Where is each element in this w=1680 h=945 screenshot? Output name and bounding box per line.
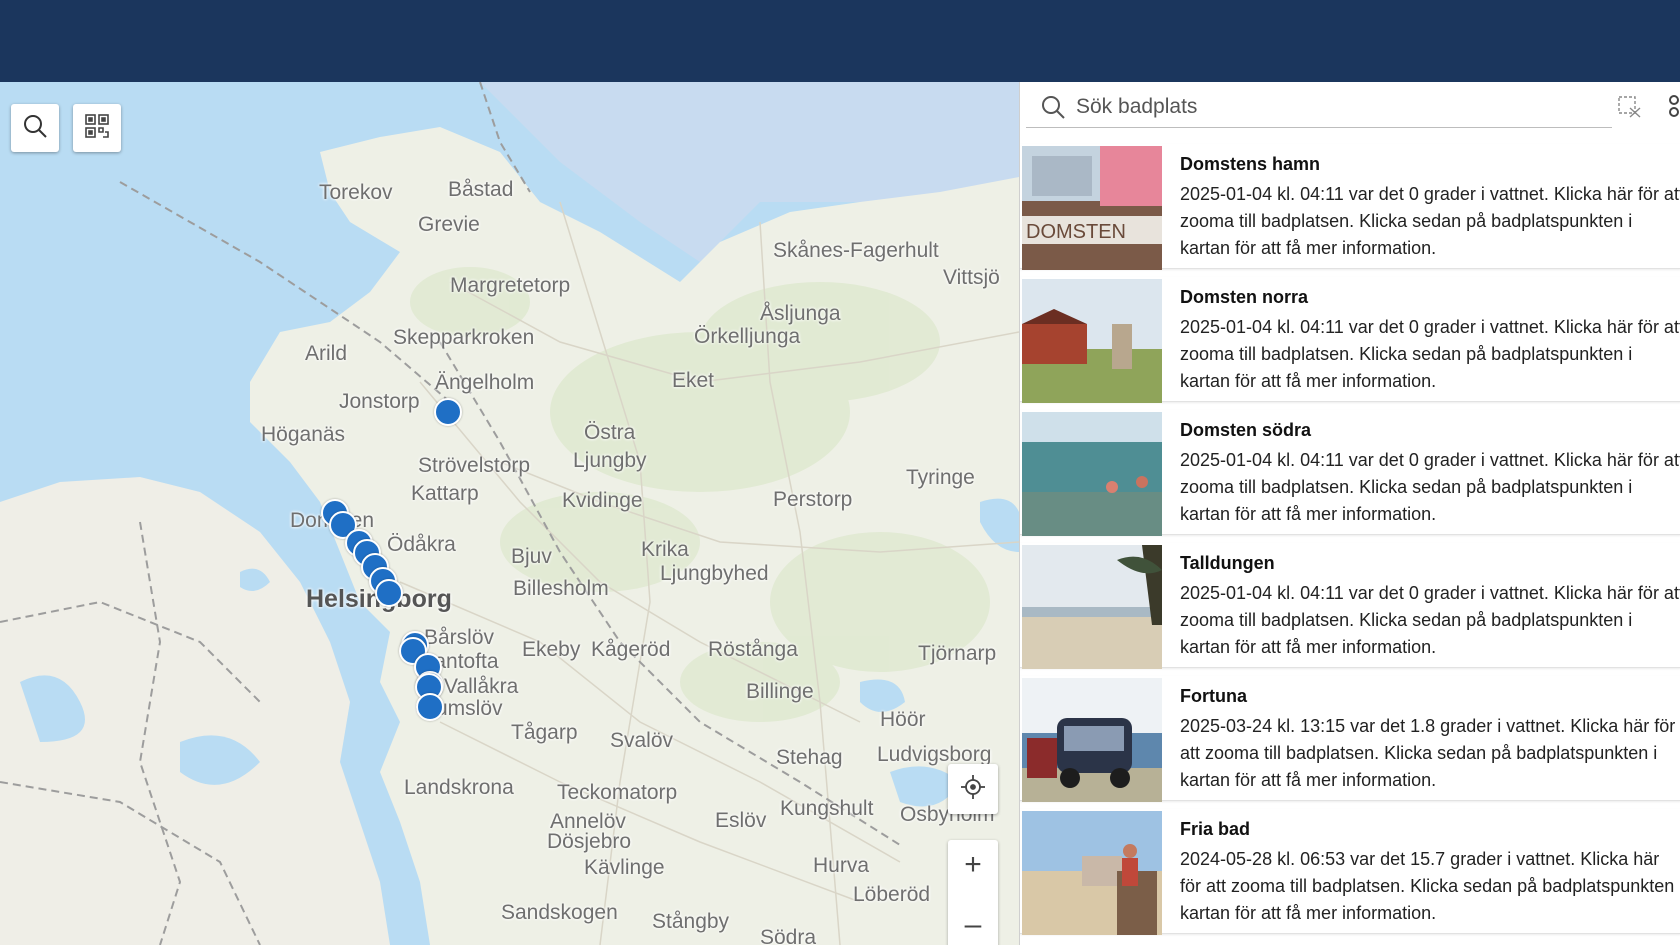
place-label: Örkelljunga <box>694 325 801 348</box>
place-label: Ekeby <box>522 638 581 661</box>
list-item[interactable]: Domsten norra 2025-01-04 kl. 04:11 var d… <box>1020 277 1680 403</box>
place-label: Arild <box>305 342 348 365</box>
beach-title: Talldungen <box>1180 553 1275 573</box>
place-label: Kvidinge <box>562 489 643 512</box>
place-label: Skepparkroken <box>393 326 535 349</box>
place-label: Svalöv <box>610 729 674 752</box>
list-item[interactable]: Domsten södra 2025-01-04 kl. 04:11 var d… <box>1020 410 1680 536</box>
place-label: Landskrona <box>404 776 514 799</box>
place-label: Ödåkra <box>387 533 456 556</box>
locate-button[interactable] <box>948 764 998 814</box>
place-label: Ängelholm <box>435 371 535 394</box>
beach-description: 2025-01-04 kl. 04:11 var det 0 grader i … <box>1180 184 1680 258</box>
beach-title: Domsten södra <box>1180 420 1312 440</box>
beach-description: 2025-01-04 kl. 04:11 var det 0 grader i … <box>1180 450 1680 524</box>
beach-marker[interactable] <box>416 693 444 721</box>
beach-description: 2025-03-24 kl. 13:15 var det 1.8 grader … <box>1180 716 1676 790</box>
place-label: Annelöv <box>550 810 626 833</box>
beach-marker[interactable] <box>434 398 462 426</box>
beach-photo <box>1022 811 1162 935</box>
beach-title: Fria bad <box>1180 819 1251 839</box>
beach-photo <box>1022 545 1162 669</box>
beach-photo <box>1022 412 1162 536</box>
place-label: Eket <box>672 369 715 392</box>
place-label: Kävlinge <box>584 856 665 879</box>
place-label: Margretetorp <box>450 274 571 297</box>
beach-photo <box>1022 279 1162 403</box>
place-label: Södra <box>760 926 817 945</box>
place-label: Sandskogen <box>501 901 618 924</box>
place-label: Kattarp <box>411 482 479 505</box>
place-label: Kungshult <box>780 797 874 820</box>
place-label: Löberöd <box>853 883 931 906</box>
place-label: Torekov <box>319 181 393 204</box>
place-label: Ludvigsborg <box>877 743 992 766</box>
search-bar <box>1026 82 1680 132</box>
place-label: Stångby <box>652 910 730 933</box>
clear-selection-icon[interactable] <box>1618 96 1642 123</box>
place-label: Bårslöv <box>424 626 495 649</box>
beach-photo: DOMSTEN <box>1022 146 1162 270</box>
place-label: Vittsjö <box>943 266 1000 289</box>
zoom-in-button[interactable]: + <box>948 840 998 890</box>
beach-list: DOMSTEN Domstens hamn 2025-01-04 kl. 04:… <box>1020 144 1680 942</box>
place-label: Kågeröd <box>591 638 671 661</box>
place-label: Tågarp <box>511 721 578 744</box>
app-header-bar <box>0 0 1680 82</box>
list-item[interactable]: Talldungen 2025-01-04 kl. 04:11 var det … <box>1020 543 1680 669</box>
place-label: Strövelstorp <box>418 454 531 477</box>
place-label: Perstorp <box>773 488 853 511</box>
beach-description: 2024-05-28 kl. 06:53 var det 15.7 grader… <box>1180 849 1680 923</box>
beach-photo <box>1022 678 1162 802</box>
place-label: Ljungbyhed <box>660 562 769 585</box>
beach-description: 2025-01-04 kl. 04:11 var det 0 grader i … <box>1180 583 1680 657</box>
beach-title: Domsten norra <box>1180 287 1309 307</box>
crosshair-icon <box>960 774 986 805</box>
map-view[interactable]: Torekov Båstad Grevie Margretetorp Skåne… <box>0 82 1019 945</box>
place-label: Höör <box>880 708 926 731</box>
qr-grid-icon <box>84 113 110 144</box>
beach-list-panel: DOMSTEN Domstens hamn 2025-01-04 kl. 04:… <box>1019 82 1680 945</box>
search-icon <box>22 113 48 144</box>
map-search-button[interactable] <box>11 104 59 152</box>
beach-title: Fortuna <box>1180 686 1247 706</box>
place-label: Hurva <box>813 854 870 877</box>
place-label: Krika <box>641 538 689 561</box>
place-label: Grevie <box>418 213 480 236</box>
list-item[interactable]: Fria bad 2024-05-28 kl. 06:53 var det 15… <box>1020 809 1680 935</box>
place-label: Ljungby <box>573 449 647 472</box>
place-label: Höganäs <box>261 423 346 446</box>
place-label: Stehag <box>776 746 843 769</box>
map-qr-button[interactable] <box>73 104 121 152</box>
place-label: Tjörnarp <box>918 642 997 665</box>
place-label: Billinge <box>746 680 814 703</box>
beach-description: 2025-01-04 kl. 04:11 var det 0 grader i … <box>1180 317 1680 391</box>
list-item[interactable]: DOMSTEN Domstens hamn 2025-01-04 kl. 04:… <box>1020 144 1680 270</box>
zoom-out-button[interactable]: – <box>948 900 998 945</box>
beach-marker[interactable] <box>375 579 403 607</box>
place-label: Röstånga <box>708 638 798 661</box>
list-item[interactable]: Fortuna 2025-03-24 kl. 13:15 var det 1.8… <box>1020 676 1680 802</box>
place-label: Dösjebro <box>547 830 632 853</box>
place-label: Eslöv <box>715 809 767 832</box>
svg-text:DOMSTEN: DOMSTEN <box>1026 221 1126 243</box>
place-label: Bjuv <box>511 545 552 568</box>
place-label: Skånes-Fagerhult <box>773 239 939 262</box>
place-label: Vallåkra <box>444 675 519 698</box>
beach-title: Domstens hamn <box>1180 154 1321 174</box>
place-label: Teckomatorp <box>557 781 678 804</box>
place-label: Tyringe <box>906 466 975 489</box>
place-label: Jonstorp <box>339 390 420 413</box>
place-label: Billesholm <box>513 577 609 600</box>
place-label: Båstad <box>448 178 514 201</box>
place-label: Östra <box>584 421 636 444</box>
place-label: Åsljunga <box>760 302 841 325</box>
more-icon[interactable] <box>1666 94 1680 127</box>
search-input[interactable] <box>1026 86 1612 128</box>
zoom-controls: + – <box>948 840 998 945</box>
